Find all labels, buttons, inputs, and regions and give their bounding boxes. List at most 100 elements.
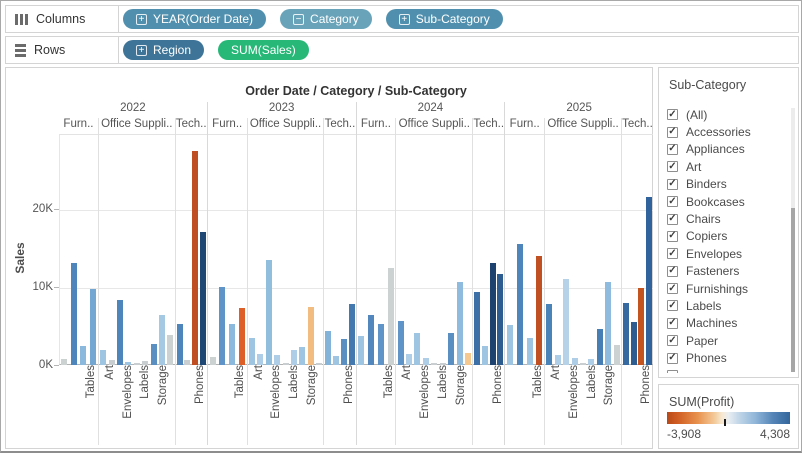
pill-region[interactable]: +Region (123, 40, 204, 60)
checkbox[interactable]: ✓ (667, 231, 678, 242)
bar-2025-machines[interactable] (638, 288, 644, 365)
bar-2023-bookcases[interactable] (210, 357, 216, 365)
plus-box-icon[interactable]: + (399, 14, 410, 25)
bar-2025-supplies[interactable] (614, 345, 620, 365)
checkbox[interactable]: ✓ (667, 283, 678, 294)
pill-sum-sales-[interactable]: SUM(Sales) (218, 40, 309, 60)
bar-2023-paper[interactable] (299, 347, 305, 365)
checkbox[interactable]: ✓ (667, 248, 678, 259)
checkbox[interactable] (667, 370, 678, 373)
filter-item-furnishings[interactable]: ✓Furnishings (667, 280, 788, 297)
filter-item-binders[interactable]: ✓Binders (667, 176, 788, 193)
bar-2025-phones[interactable] (646, 197, 652, 365)
checkbox[interactable]: ✓ (667, 214, 678, 225)
filter-item-partial[interactable] (667, 367, 788, 373)
filter-scrollbar[interactable] (791, 108, 795, 372)
bar-2024-phones[interactable] (497, 274, 503, 365)
checkbox[interactable]: ✓ (667, 127, 678, 138)
pill-year-order-date-[interactable]: +YEAR(Order Date) (123, 9, 266, 29)
bar-2023-accessories[interactable] (325, 331, 331, 365)
checkbox[interactable]: ✓ (667, 179, 678, 190)
filter-item-paper[interactable]: ✓Paper (667, 332, 788, 349)
bar-2023-phones[interactable] (349, 304, 355, 365)
bar-2024-machines[interactable] (490, 263, 496, 365)
bar-2025-bookcases[interactable] (507, 325, 513, 365)
bar-2022-phones[interactable] (200, 232, 206, 365)
bar-2022-paper[interactable] (151, 344, 157, 365)
checkbox[interactable]: ✓ (667, 353, 678, 364)
bar-2024-supplies[interactable] (465, 353, 471, 365)
bar-2023-appliances[interactable] (249, 338, 255, 365)
filter-item-copiers[interactable]: ✓Copiers (667, 228, 788, 245)
bar-2022-supplies[interactable] (167, 335, 173, 365)
bar-2024-art[interactable] (406, 354, 412, 365)
filter-item-machines[interactable]: ✓Machines (667, 315, 788, 332)
bar-2022-furnishings[interactable] (80, 346, 86, 366)
bar-2023-binders[interactable] (266, 260, 272, 365)
filter-item--all-[interactable]: ✓(All) (667, 106, 788, 123)
plus-box-icon[interactable]: + (136, 14, 147, 25)
bar-2022-binders[interactable] (117, 300, 123, 365)
filter-item-appliances[interactable]: ✓Appliances (667, 141, 788, 158)
bar-2024-storage[interactable] (457, 282, 463, 365)
bar-2024-tables[interactable] (388, 268, 394, 366)
checkbox[interactable]: ✓ (667, 109, 678, 120)
bar-2024-appliances[interactable] (398, 321, 404, 365)
bar-2023-chairs[interactable] (219, 287, 225, 365)
filter-item-accessories[interactable]: ✓Accessories (667, 123, 788, 140)
bar-2024-chairs[interactable] (368, 315, 374, 365)
bar-2023-machines[interactable] (341, 339, 347, 365)
bar-2024-accessories[interactable] (474, 292, 480, 365)
checkbox[interactable]: ✓ (667, 300, 678, 311)
rows-shelf-area[interactable]: +Region SUM(Sales) (119, 37, 798, 63)
bar-2023-art[interactable] (257, 354, 263, 365)
bar-2022-machines[interactable] (192, 151, 198, 366)
checkbox[interactable]: ✓ (667, 161, 678, 172)
filter-item-fasteners[interactable]: ✓Fasteners (667, 263, 788, 280)
columns-shelf-area[interactable]: +YEAR(Order Date) −Category +Sub-Category (119, 6, 798, 32)
bar-2025-binders[interactable] (563, 279, 569, 365)
bar-2022-storage[interactable] (159, 315, 165, 365)
checkbox[interactable]: ✓ (667, 318, 678, 329)
bar-2025-art[interactable] (555, 355, 561, 365)
bar-2024-bookcases[interactable] (358, 336, 364, 365)
pill-category[interactable]: −Category (280, 9, 372, 29)
bar-2025-copiers[interactable] (631, 322, 637, 365)
bar-2023-furnishings[interactable] (229, 324, 235, 365)
bar-2023-copiers[interactable] (333, 356, 339, 365)
checkbox[interactable]: ✓ (667, 335, 678, 346)
filter-item-art[interactable]: ✓Art (667, 158, 788, 175)
minus-box-icon[interactable]: − (293, 14, 304, 25)
filter-scrollbar-thumb[interactable] (791, 208, 795, 372)
checkbox[interactable]: ✓ (667, 144, 678, 155)
pill-sub-category[interactable]: +Sub-Category (386, 9, 503, 29)
bar-2023-envelopes[interactable] (274, 355, 280, 365)
bar-2024-paper[interactable] (448, 333, 454, 365)
filter-item-chairs[interactable]: ✓Chairs (667, 210, 788, 227)
filter-item-phones[interactable]: ✓Phones (667, 349, 788, 366)
bar-2024-binders[interactable] (414, 333, 420, 365)
bar-2024-furnishings[interactable] (378, 324, 384, 365)
bar-2025-paper[interactable] (597, 329, 603, 365)
bar-2023-tables[interactable] (239, 308, 245, 365)
filter-item-bookcases[interactable]: ✓Bookcases (667, 193, 788, 210)
bar-2025-furnishings[interactable] (527, 338, 533, 365)
bar-2023-storage[interactable] (308, 307, 314, 365)
bar-2025-tables[interactable] (536, 256, 542, 365)
checkbox[interactable]: ✓ (667, 196, 678, 207)
filter-item-envelopes[interactable]: ✓Envelopes (667, 245, 788, 262)
bar-2023-labels[interactable] (291, 350, 297, 365)
filter-item-labels[interactable]: ✓Labels (667, 297, 788, 314)
bar-2022-chairs[interactable] (71, 263, 77, 365)
bar-2024-copiers[interactable] (482, 346, 488, 365)
bar-2025-appliances[interactable] (546, 304, 552, 365)
bar-2025-chairs[interactable] (517, 244, 523, 365)
bar-2022-tables[interactable] (90, 289, 96, 365)
bar-2022-appliances[interactable] (100, 350, 106, 365)
bar-2025-storage[interactable] (605, 282, 611, 365)
x-axis-label: Envelopes (568, 365, 581, 419)
bar-2022-accessories[interactable] (177, 324, 183, 365)
bar-2025-accessories[interactable] (623, 303, 629, 365)
plus-box-icon[interactable]: + (136, 45, 147, 56)
checkbox[interactable]: ✓ (667, 266, 678, 277)
